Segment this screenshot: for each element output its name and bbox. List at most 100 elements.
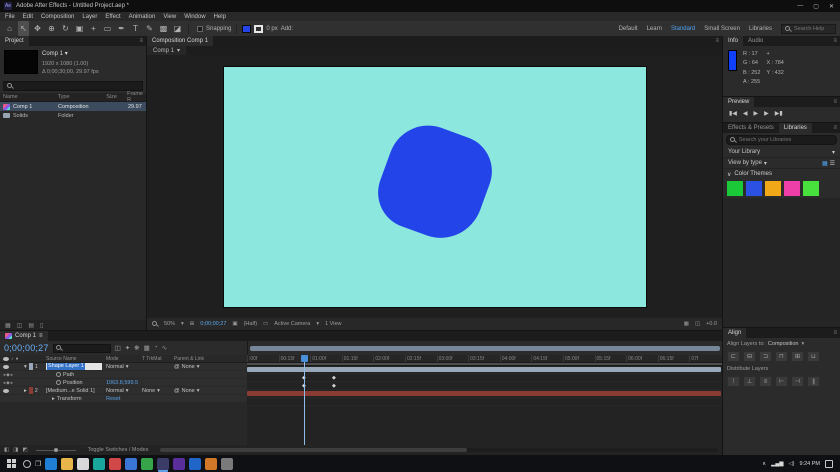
type-tool-icon[interactable]: T xyxy=(130,21,141,36)
selection-tool-icon[interactable]: ↖ xyxy=(18,21,29,36)
menu-layer[interactable]: Layer xyxy=(82,14,97,20)
delete-item-icon[interactable]: ▯ xyxy=(40,322,43,329)
time-ruler[interactable]: :00f 00:15f 01:00f 01:15f 02:00f 02:15f … xyxy=(247,355,722,363)
stopwatch-icon[interactable] xyxy=(56,372,61,377)
mini-flowchart-icon[interactable]: ◫ xyxy=(115,344,121,352)
visibility-eye-icon[interactable] xyxy=(3,389,9,393)
taskbar-app-icon-3[interactable] xyxy=(77,458,89,470)
keyframe-icon[interactable]: ◆ xyxy=(332,375,336,381)
layer2-parent-select[interactable]: @ None ▾ xyxy=(174,388,247,394)
grid-view-icon[interactable]: ▦ xyxy=(822,160,828,167)
pixel-aspect-icon[interactable]: ▦ xyxy=(684,321,689,327)
add-label[interactable]: Add: xyxy=(281,26,293,32)
zoom-level-select[interactable]: 50% xyxy=(164,321,175,327)
last-frame-button[interactable]: ▶▮ xyxy=(775,110,783,117)
project-row-comp1[interactable]: Comp 1 Composition 29.97 xyxy=(0,102,146,111)
new-folder-icon[interactable]: ◫ xyxy=(17,322,23,329)
menu-edit[interactable]: Edit xyxy=(23,14,33,20)
task-view-icon[interactable]: ❐ xyxy=(35,460,41,468)
track-solid-layer[interactable] xyxy=(247,390,722,398)
panel-menu-icon[interactable]: ≡ xyxy=(139,38,146,44)
stroke-width-value[interactable]: 0 px xyxy=(266,26,277,32)
workspace-standard[interactable]: Standard xyxy=(671,26,695,32)
timeline-zoom-slider[interactable] xyxy=(36,450,76,451)
align-right-button[interactable]: ⊐ xyxy=(759,351,772,362)
solid-layer-chip[interactable] xyxy=(29,387,33,394)
timeline-jump-icon[interactable]: ◫ xyxy=(695,321,700,327)
align-left-button[interactable]: ⊏ xyxy=(727,351,740,362)
distribute-left-button[interactable]: ⊢ xyxy=(775,376,788,387)
snapshot-icon[interactable]: ▣ xyxy=(232,321,237,327)
library-swatch-4[interactable] xyxy=(803,181,819,196)
property-row-position[interactable]: ◂◆▸ Position 1063.8,599.5 xyxy=(0,379,247,387)
layer2-mode-select[interactable]: Normal ▾ xyxy=(106,388,142,394)
distribute-vertical-center-button[interactable]: ⊥ xyxy=(743,376,756,387)
layer1-parent-select[interactable]: @ None ▾ xyxy=(174,364,247,370)
comp-timecode[interactable]: 0;00;00;27 xyxy=(200,321,226,327)
track-transform[interactable] xyxy=(247,398,722,406)
distribute-horizontal-center-button[interactable]: ⊣ xyxy=(791,376,804,387)
pen-tool-icon[interactable]: ✒ xyxy=(116,21,127,36)
volume-icon[interactable]: ◁) xyxy=(788,461,794,467)
taskbar-app-icon-after-effects[interactable] xyxy=(157,458,169,470)
tab-info[interactable]: Info xyxy=(723,36,743,46)
workspace-small-screen[interactable]: Small Screen xyxy=(704,26,740,32)
first-frame-button[interactable]: ▮◀ xyxy=(729,110,737,117)
home-icon[interactable]: ⌂ xyxy=(4,21,15,36)
interpret-footage-icon[interactable]: ▦ xyxy=(5,322,11,329)
list-view-icon[interactable]: ☰ xyxy=(830,160,835,167)
composition-viewport[interactable] xyxy=(147,55,722,318)
collapse-arrow-icon[interactable]: ▾ xyxy=(24,364,27,370)
layer-row-solid-1[interactable]: ▸ 2 [Medium...e Solid 1] Normal ▾ None ▾ xyxy=(0,387,247,395)
libraries-search-input[interactable] xyxy=(739,137,833,143)
time-navigator-bar[interactable] xyxy=(250,346,720,351)
draft-3d-icon[interactable]: ✦ xyxy=(125,344,130,352)
menu-file[interactable]: File xyxy=(5,14,15,20)
panel-menu-icon[interactable]: ≡ xyxy=(833,38,840,44)
timeline-timecode[interactable]: 0;00;00;27 xyxy=(4,343,49,353)
timeline-search-input[interactable] xyxy=(64,345,104,351)
layer-name-edit-field[interactable]: Shape Layer 1 xyxy=(46,363,102,370)
motion-blur-icon[interactable]: ◔ xyxy=(154,344,158,352)
graph-editor-icon[interactable]: ∿ xyxy=(162,344,167,352)
column-trkmat[interactable]: T TrkMat xyxy=(142,356,174,362)
region-of-interest-icon[interactable]: ▭ xyxy=(263,321,268,327)
snapping-checkbox[interactable] xyxy=(197,26,203,32)
taskbar-app-icon-5[interactable] xyxy=(109,458,121,470)
camera-tool-icon[interactable]: ▣ xyxy=(74,21,85,36)
expand-arrow-icon[interactable]: ▸ xyxy=(24,388,27,394)
tab-align[interactable]: Align xyxy=(723,328,746,338)
play-button[interactable]: ▶ xyxy=(754,110,759,117)
brush-tool-icon[interactable]: ✎ xyxy=(144,21,155,36)
library-swatch-0[interactable] xyxy=(727,181,743,196)
fill-swatch[interactable] xyxy=(242,25,251,33)
library-swatch-2[interactable] xyxy=(765,181,781,196)
menu-animation[interactable]: Animation xyxy=(129,14,156,20)
orbit-tool-icon[interactable]: ↻ xyxy=(60,21,71,36)
column-name[interactable]: Name xyxy=(3,94,55,100)
taskbar-app-icon-2[interactable] xyxy=(61,458,73,470)
resolution-select[interactable]: (Half) xyxy=(244,321,257,327)
keyframe-icon[interactable]: ◆ xyxy=(332,383,336,389)
workspace-libraries[interactable]: Libraries xyxy=(749,26,772,32)
column-parent-link[interactable]: Parent & Link xyxy=(174,356,247,362)
eraser-tool-icon[interactable]: ◪ xyxy=(172,21,183,36)
tab-audio[interactable]: Audio xyxy=(743,36,768,46)
taskbar-app-icon-11[interactable] xyxy=(205,458,217,470)
taskbar-app-icon-1[interactable] xyxy=(45,458,57,470)
zoom-tool-icon[interactable]: ⊕ xyxy=(46,21,57,36)
timeline-track-area[interactable]: :00f 00:15f 01:00f 01:15f 02:00f 02:15f … xyxy=(247,355,722,445)
project-row-solids[interactable]: Solids Folder xyxy=(0,111,146,120)
tab-effects-presets[interactable]: Effects & Presets xyxy=(723,123,779,133)
close-button[interactable]: ✕ xyxy=(829,3,834,10)
layer-row-shape-layer-1[interactable]: ▾ 1 Shape Layer 1 Normal ▾ @ None xyxy=(0,363,247,371)
align-horizontal-center-button[interactable]: ⊟ xyxy=(743,351,756,362)
previous-frame-button[interactable]: ◀ xyxy=(743,110,748,117)
expand-arrow-icon[interactable]: ▸ xyxy=(52,396,55,402)
panel-menu-icon[interactable]: ≡ xyxy=(39,333,43,339)
menu-composition[interactable]: Composition xyxy=(41,14,74,20)
taskbar-app-icon-6[interactable] xyxy=(125,458,137,470)
minimize-button[interactable]: — xyxy=(797,3,803,10)
tray-expand-icon[interactable]: ∧ xyxy=(762,461,766,467)
visibility-eye-icon[interactable] xyxy=(3,365,9,369)
